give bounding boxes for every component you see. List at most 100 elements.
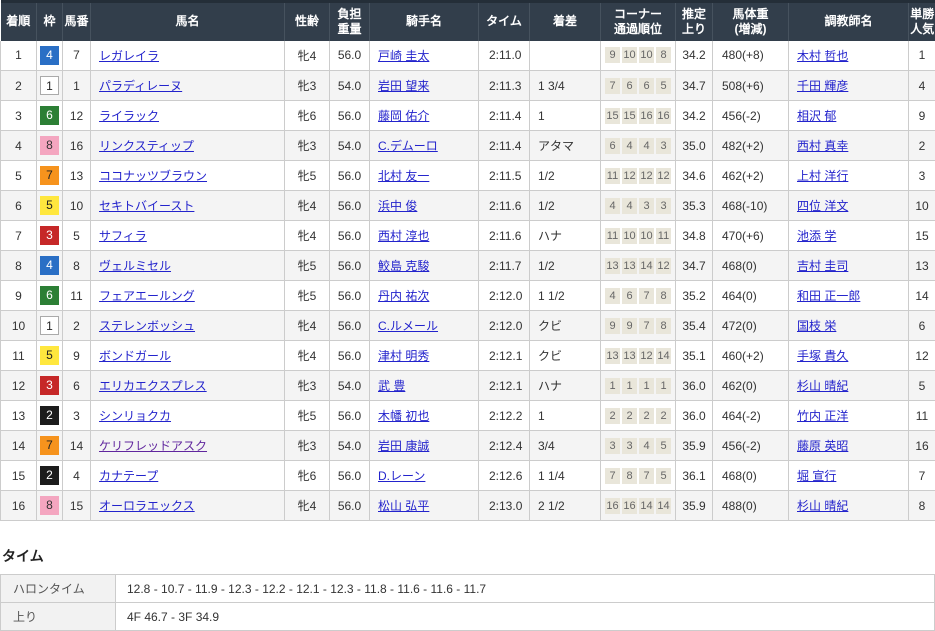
horse-name-link[interactable]: エリカエクスプレス xyxy=(99,379,207,393)
corner-order-2: 2 xyxy=(622,408,637,424)
sex-age: 牝3 xyxy=(285,131,330,161)
horse-name-link[interactable]: ココナッツブラウン xyxy=(99,169,207,183)
corner-order-3: 7 xyxy=(639,288,654,304)
horse-name-link[interactable]: カナテープ xyxy=(99,469,158,483)
jockey-link[interactable]: 岩田 康誠 xyxy=(378,439,429,453)
trainer-link[interactable]: 吉村 圭司 xyxy=(797,259,848,273)
horse-name-link[interactable]: ステレンボッシュ xyxy=(99,319,195,333)
corner-order-4: 16 xyxy=(656,108,671,124)
horse-name-cell: ケリフレッドアスク xyxy=(91,431,285,461)
corner-order-2: 16 xyxy=(622,498,637,514)
corner-order-2: 12 xyxy=(622,168,637,184)
carried-weight: 56.0 xyxy=(330,161,370,191)
horse-name-link[interactable]: ライラック xyxy=(99,109,159,123)
jockey-link[interactable]: 津村 明秀 xyxy=(378,349,429,363)
trainer-link[interactable]: 手塚 貴久 xyxy=(797,349,848,363)
jockey-link[interactable]: 北村 友一 xyxy=(378,169,429,183)
horse-name-cell: エリカエクスプレス xyxy=(91,371,285,401)
trainer-link[interactable]: 杉山 晴紀 xyxy=(797,379,848,393)
last-3f: 34.2 xyxy=(676,41,713,71)
horse-name-link[interactable]: パラディレーヌ xyxy=(99,79,182,93)
horse-name-link[interactable]: リンクスティップ xyxy=(99,139,194,153)
carried-weight: 56.0 xyxy=(330,221,370,251)
corner-order-4: 11 xyxy=(656,228,671,244)
horse-name-link[interactable]: ケリフレッドアスク xyxy=(99,439,207,453)
win-popularity: 6 xyxy=(909,311,935,341)
jockey-link[interactable]: 藤岡 佑介 xyxy=(378,109,429,123)
carried-weight: 56.0 xyxy=(330,491,370,521)
sex-age: 牝4 xyxy=(285,341,330,371)
jockey-link[interactable]: 岩田 望来 xyxy=(378,79,429,93)
carried-weight: 56.0 xyxy=(330,251,370,281)
horse-name-link[interactable]: シンリョクカ xyxy=(99,409,171,423)
race-result-table: 着順 枠 馬番 馬名 性齢 負担 重量 騎手名 タイム 着差 コーナー 通過順位… xyxy=(0,0,935,521)
win-popularity: 2 xyxy=(909,131,935,161)
jockey-cell: 戸崎 圭太 xyxy=(370,41,479,71)
jockey-link[interactable]: C.ルメール xyxy=(378,319,438,333)
horse-name-link[interactable]: セキトバイースト xyxy=(99,199,194,213)
col-header-frame: 枠 xyxy=(37,2,63,41)
table-row: 2 1 1 パラディレーヌ 牝3 54.0 岩田 望来 2:11.3 1 3/4… xyxy=(1,71,935,101)
col-header-horse-number: 馬番 xyxy=(63,2,91,41)
table-row: 8 4 8 ヴェルミセル 牝5 56.0 鮫島 克駿 2:11.7 1/2 13… xyxy=(1,251,935,281)
trainer-link[interactable]: 相沢 郁 xyxy=(797,109,836,123)
trainer-link[interactable]: 杉山 晴紀 xyxy=(797,499,848,513)
trainer-link[interactable]: 藤原 英昭 xyxy=(797,439,848,453)
trainer-link[interactable]: 国枝 栄 xyxy=(797,319,836,333)
horse-number: 10 xyxy=(63,191,91,221)
horse-body-weight: 456(-2) xyxy=(713,101,789,131)
horse-name-cell: ライラック xyxy=(91,101,285,131)
horse-body-weight: 468(0) xyxy=(713,461,789,491)
horse-body-weight: 464(0) xyxy=(713,281,789,311)
trainer-link[interactable]: 木村 哲也 xyxy=(797,49,848,63)
corner-order-2: 6 xyxy=(622,78,637,94)
trainer-cell: 竹内 正洋 xyxy=(789,401,909,431)
jockey-link[interactable]: C.デムーロ xyxy=(378,139,438,153)
frame-badge: 2 xyxy=(40,406,59,425)
col-header-sex-age: 性齢 xyxy=(285,2,330,41)
margin: 1 xyxy=(530,401,601,431)
horse-name-link[interactable]: フェアエールング xyxy=(99,289,195,303)
jockey-link[interactable]: 西村 淳也 xyxy=(378,229,429,243)
corner-order-3: 10 xyxy=(639,228,654,244)
carried-weight: 56.0 xyxy=(330,461,370,491)
trainer-link[interactable]: 堀 宣行 xyxy=(797,469,836,483)
horse-body-weight: 472(0) xyxy=(713,311,789,341)
trainer-link[interactable]: 四位 洋文 xyxy=(797,199,848,213)
jockey-link[interactable]: 鮫島 克駿 xyxy=(378,259,429,273)
corner-order-2: 15 xyxy=(622,108,637,124)
trainer-link[interactable]: 和田 正一郎 xyxy=(797,289,860,303)
trainer-link[interactable]: 千田 輝彦 xyxy=(797,79,848,93)
trainer-link[interactable]: 竹内 正洋 xyxy=(797,409,848,423)
horse-name-link[interactable]: ヴェルミセル xyxy=(99,259,171,273)
jockey-link[interactable]: 松山 弘平 xyxy=(378,499,429,513)
corner-order-4: 8 xyxy=(656,47,671,63)
jockey-link[interactable]: 武 豊 xyxy=(378,379,405,393)
jockey-link[interactable]: D.レーン xyxy=(378,469,425,483)
trainer-link[interactable]: 池添 学 xyxy=(797,229,836,243)
jockey-link[interactable]: 戸崎 圭太 xyxy=(378,49,429,63)
jockey-link[interactable]: 浜中 俊 xyxy=(378,199,417,213)
finish-position: 12 xyxy=(1,371,37,401)
horse-name-link[interactable]: サフィラ xyxy=(99,229,147,243)
horse-name-link[interactable]: レガレイラ xyxy=(99,49,159,63)
horse-name-link[interactable]: ボンドガール xyxy=(99,349,171,363)
margin: アタマ xyxy=(530,131,601,161)
trainer-link[interactable]: 西村 真幸 xyxy=(797,139,848,153)
jockey-link[interactable]: 木幡 初也 xyxy=(378,409,429,423)
time-section-title: タイム xyxy=(2,546,935,566)
corner-order-3: 6 xyxy=(639,78,654,94)
horse-name-cell: ボンドガール xyxy=(91,341,285,371)
margin: クビ xyxy=(530,311,601,341)
frame-badge: 7 xyxy=(40,166,59,185)
table-row: 11 5 9 ボンドガール 牝4 56.0 津村 明秀 2:12.1 クビ 13… xyxy=(1,341,935,371)
frame-cell: 7 xyxy=(37,161,63,191)
table-row: 5 7 13 ココナッツブラウン 牝5 56.0 北村 友一 2:11.5 1/… xyxy=(1,161,935,191)
horse-name-link[interactable]: オーロラエックス xyxy=(99,499,195,513)
trainer-link[interactable]: 上村 洋行 xyxy=(797,169,848,183)
corner-order-1: 15 xyxy=(605,108,620,124)
jockey-link[interactable]: 丹内 祐次 xyxy=(378,289,429,303)
horse-body-weight: 462(0) xyxy=(713,371,789,401)
frame-badge: 5 xyxy=(40,346,59,365)
last-3f: 34.2 xyxy=(676,101,713,131)
